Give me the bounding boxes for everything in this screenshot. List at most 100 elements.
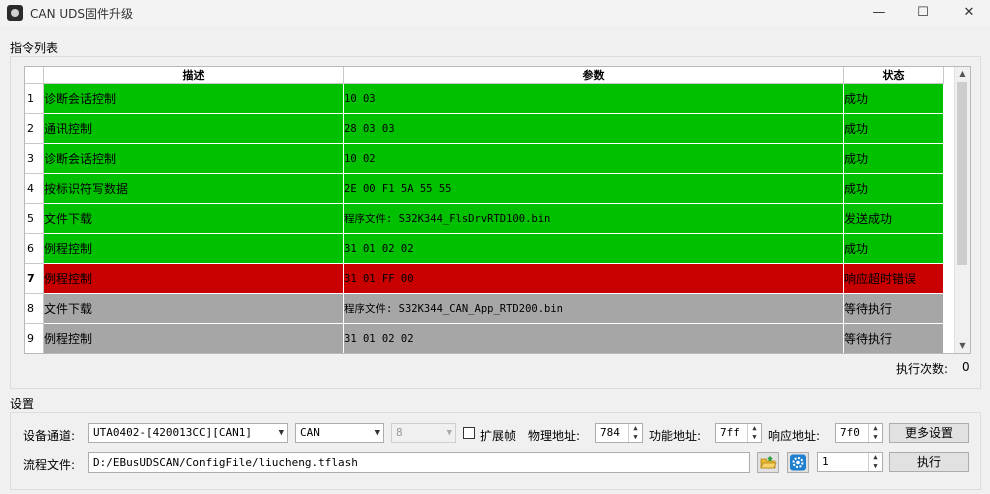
table-row[interactable]: 1 诊断会话控制 10 03 成功 <box>25 83 944 114</box>
bus-type-value: CAN <box>300 426 320 439</box>
row-param: 31 01 02 02 <box>343 323 844 353</box>
window-title: CAN UDS固件升级 <box>30 7 134 21</box>
table-row[interactable]: 9 例程控制 31 01 02 02 等待执行 <box>25 323 944 353</box>
row-status: 响应超时错误 <box>843 263 944 294</box>
row-number: 1 <box>25 83 44 114</box>
exec-count-label: 执行次数: <box>896 362 949 376</box>
row-param: 程序文件: S32K344_CAN_App_RTD200.bin <box>343 293 844 324</box>
row-desc: 文件下载 <box>43 203 344 234</box>
settings-gear-button[interactable] <box>787 452 809 473</box>
column-header-status[interactable]: 状态 <box>843 67 944 84</box>
device-channel-select[interactable]: UTA0402-[420013CC][CAN1] ▼ <box>88 423 288 443</box>
chevron-down-icon: ▼ <box>446 428 452 438</box>
scroll-thumb[interactable] <box>957 82 967 265</box>
response-addr-spinbox[interactable]: 7f0 ▲ ▼ <box>835 423 883 443</box>
exec-count-value: 0 <box>962 360 970 374</box>
chevron-down-icon: ▼ <box>374 428 380 438</box>
more-settings-button[interactable]: 更多设置 <box>889 423 969 443</box>
folder-open-icon <box>760 456 777 469</box>
chevron-down-icon: ▼ <box>278 428 284 438</box>
command-table[interactable]: 描述 参数 状态 1 诊断会话控制 10 03 成功 2 通讯控制 28 03 … <box>24 66 971 354</box>
column-header-param[interactable]: 参数 <box>343 67 844 84</box>
settings-label: 设置 <box>10 397 35 411</box>
row-desc: 例程控制 <box>43 263 344 294</box>
row-status: 成功 <box>843 113 944 144</box>
repeat-count-spinbox[interactable]: 1 ▲ ▼ <box>817 452 883 472</box>
minimize-button[interactable]: — <box>856 0 902 26</box>
spin-arrows-icon[interactable]: ▲ ▼ <box>747 424 761 442</box>
row-param: 31 01 FF 00 <box>343 263 844 294</box>
row-desc: 例程控制 <box>43 323 344 353</box>
row-status: 等待执行 <box>843 293 944 324</box>
row-number: 8 <box>25 293 44 324</box>
physical-addr-label: 物理地址: <box>528 429 581 443</box>
row-number: 3 <box>25 143 44 174</box>
row-param: 28 03 03 <box>343 113 844 144</box>
row-param: 2E 00 F1 5A 55 55 <box>343 173 844 204</box>
row-desc: 诊断会话控制 <box>43 143 344 174</box>
row-status: 成功 <box>843 233 944 264</box>
row-number: 6 <box>25 233 44 264</box>
repeat-count-value: 1 <box>822 455 829 468</box>
bus-type-select[interactable]: CAN ▼ <box>295 423 384 443</box>
row-desc: 按标识符写数据 <box>43 173 344 204</box>
response-addr-value: 7f0 <box>840 426 860 439</box>
command-list-label: 指令列表 <box>10 41 59 55</box>
flow-file-input[interactable]: D:/EBusUDSCAN/ConfigFile/liucheng.tflash <box>88 452 750 473</box>
baud-select[interactable]: 8 ▼ <box>391 423 456 443</box>
device-channel-value: UTA0402-[420013CC][CAN1] <box>93 426 252 439</box>
table-corner <box>25 67 44 84</box>
flow-file-value: D:/EBusUDSCAN/ConfigFile/liucheng.tflash <box>93 456 358 469</box>
row-status: 等待执行 <box>843 323 944 353</box>
row-desc: 诊断会话控制 <box>43 83 344 114</box>
row-number: 7 <box>25 263 44 294</box>
row-number: 5 <box>25 203 44 234</box>
execute-button[interactable]: 执行 <box>889 452 969 472</box>
maximize-button[interactable]: ☐ <box>900 0 946 26</box>
row-status: 发送成功 <box>843 203 944 234</box>
app-logo-icon <box>7 5 23 21</box>
table-vertical-scrollbar[interactable]: ▲ ▼ <box>954 67 970 353</box>
row-status: 成功 <box>843 83 944 114</box>
row-param: 10 02 <box>343 143 844 174</box>
close-button[interactable]: ✕ <box>946 0 990 26</box>
table-row[interactable]: 6 例程控制 31 01 02 02 成功 <box>25 233 944 264</box>
spin-arrows-icon[interactable]: ▲ ▼ <box>868 453 882 471</box>
table-row[interactable]: 7 例程控制 31 01 FF 00 响应超时错误 <box>25 263 944 294</box>
row-param: 程序文件: S32K344_FlsDrvRTD100.bin <box>343 203 844 234</box>
functional-addr-value: 7ff <box>720 426 740 439</box>
table-header-row: 描述 参数 状态 <box>25 67 944 84</box>
column-header-desc[interactable]: 描述 <box>43 67 344 84</box>
open-folder-button[interactable] <box>757 452 779 473</box>
scroll-up-arrow-icon[interactable]: ▲ <box>955 67 970 81</box>
extended-frame-checkbox[interactable] <box>463 427 475 439</box>
row-number: 9 <box>25 323 44 353</box>
row-status: 成功 <box>843 143 944 174</box>
flow-file-label: 流程文件: <box>23 458 76 472</box>
row-number: 2 <box>25 113 44 144</box>
table-row[interactable]: 4 按标识符写数据 2E 00 F1 5A 55 55 成功 <box>25 173 944 204</box>
title-bar: CAN UDS固件升级 — ☐ ✕ <box>0 0 990 26</box>
device-channel-label: 设备通道: <box>23 429 76 443</box>
extended-frame-label: 扩展帧 <box>480 429 517 443</box>
table-row[interactable]: 8 文件下载 程序文件: S32K344_CAN_App_RTD200.bin … <box>25 293 944 324</box>
row-desc: 例程控制 <box>43 233 344 264</box>
row-number: 4 <box>25 173 44 204</box>
functional-addr-spinbox[interactable]: 7ff ▲ ▼ <box>715 423 762 443</box>
row-param: 10 03 <box>343 83 844 114</box>
baud-value: 8 <box>396 426 403 439</box>
scroll-down-arrow-icon[interactable]: ▼ <box>955 339 970 353</box>
table-row[interactable]: 2 通讯控制 28 03 03 成功 <box>25 113 944 144</box>
physical-addr-spinbox[interactable]: 784 ▲ ▼ <box>595 423 643 443</box>
row-status: 成功 <box>843 173 944 204</box>
gear-icon <box>790 454 806 471</box>
table-row[interactable]: 5 文件下载 程序文件: S32K344_FlsDrvRTD100.bin 发送… <box>25 203 944 234</box>
spin-arrows-icon[interactable]: ▲ ▼ <box>868 424 882 442</box>
command-table-grid: 描述 参数 状态 1 诊断会话控制 10 03 成功 2 通讯控制 28 03 … <box>25 67 944 353</box>
functional-addr-label: 功能地址: <box>649 429 702 443</box>
spin-arrows-icon[interactable]: ▲ ▼ <box>628 424 642 442</box>
row-param: 31 01 02 02 <box>343 233 844 264</box>
table-row[interactable]: 3 诊断会话控制 10 02 成功 <box>25 143 944 174</box>
response-addr-label: 响应地址: <box>768 429 821 443</box>
row-desc: 通讯控制 <box>43 113 344 144</box>
